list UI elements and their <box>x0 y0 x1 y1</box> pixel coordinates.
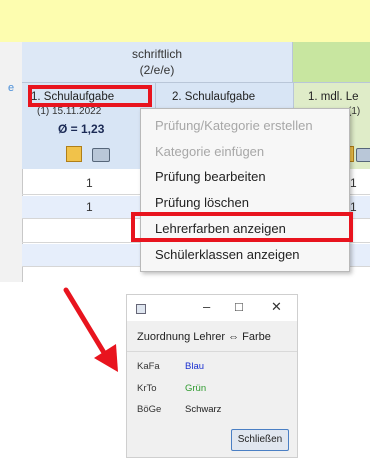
edit-icon[interactable] <box>66 146 82 162</box>
table-top-header <box>0 0 370 43</box>
teacher-abbr: KaFa <box>137 361 160 372</box>
dialog-heading: Zuordnung Lehrer ⇔ Farbe <box>137 331 271 343</box>
exam-label: 1. mdl. Le <box>308 91 359 103</box>
close-icon[interactable]: ✕ <box>271 299 282 315</box>
teacher-abbr: BöGe <box>137 404 162 415</box>
grade-cell[interactable]: 1 <box>86 176 93 190</box>
maximize-button[interactable]: □ <box>235 299 243 314</box>
minimize-button[interactable]: – <box>203 299 210 314</box>
exam-average: Ø = 1,23 <box>58 122 105 136</box>
menu-item-delete-exam[interactable]: Prüfung löschen <box>155 195 249 210</box>
teacher-color: Grün <box>185 383 207 394</box>
menu-item-insert-category[interactable]: Kategorie einfügen <box>155 144 264 159</box>
grade-cell[interactable]: 1 <box>86 200 93 214</box>
teacher-color: Blau <box>185 361 205 372</box>
category-name: schriftlich <box>131 47 182 61</box>
menu-item-show-student-classes[interactable]: Schülerklassen anzeigen <box>155 247 300 262</box>
category-header[interactable]: schriftlich (2/e/e) <box>22 42 293 83</box>
app-icon <box>136 304 146 314</box>
left-marker: e <box>8 82 15 94</box>
print-icon[interactable] <box>356 148 370 162</box>
teacher-color: Schwarz <box>185 404 222 415</box>
teacher-colors-dialog: – □ ✕ Zuordnung Lehrer ⇔ Farbe KaFa Blau… <box>126 294 298 458</box>
student-column <box>0 42 23 282</box>
close-button[interactable]: Schließen <box>231 429 289 451</box>
exam-label: 2. Schulaufgabe <box>172 91 256 103</box>
menu-item-edit-exam[interactable]: Prüfung bearbeiten <box>155 169 266 184</box>
arrow-icon <box>63 287 118 372</box>
dialog-divider <box>127 351 297 352</box>
category-weight: (2/e/e) <box>139 63 175 77</box>
exam-date: (1) 15.11.2022 <box>37 106 102 117</box>
print-icon[interactable] <box>92 148 110 162</box>
grade-cell[interactable]: 1 <box>350 176 357 190</box>
exam-highlight-frame <box>28 85 152 107</box>
teacher-abbr: KrTo <box>137 383 157 394</box>
context-menu: Prüfung/Kategorie erstellen Kategorie ei… <box>140 108 350 272</box>
menu-item-create-exam[interactable]: Prüfung/Kategorie erstellen <box>155 118 313 133</box>
menu-highlight-frame <box>131 212 353 242</box>
category-header-2[interactable] <box>293 42 370 83</box>
dialog-titlebar[interactable]: – □ ✕ <box>127 295 297 321</box>
